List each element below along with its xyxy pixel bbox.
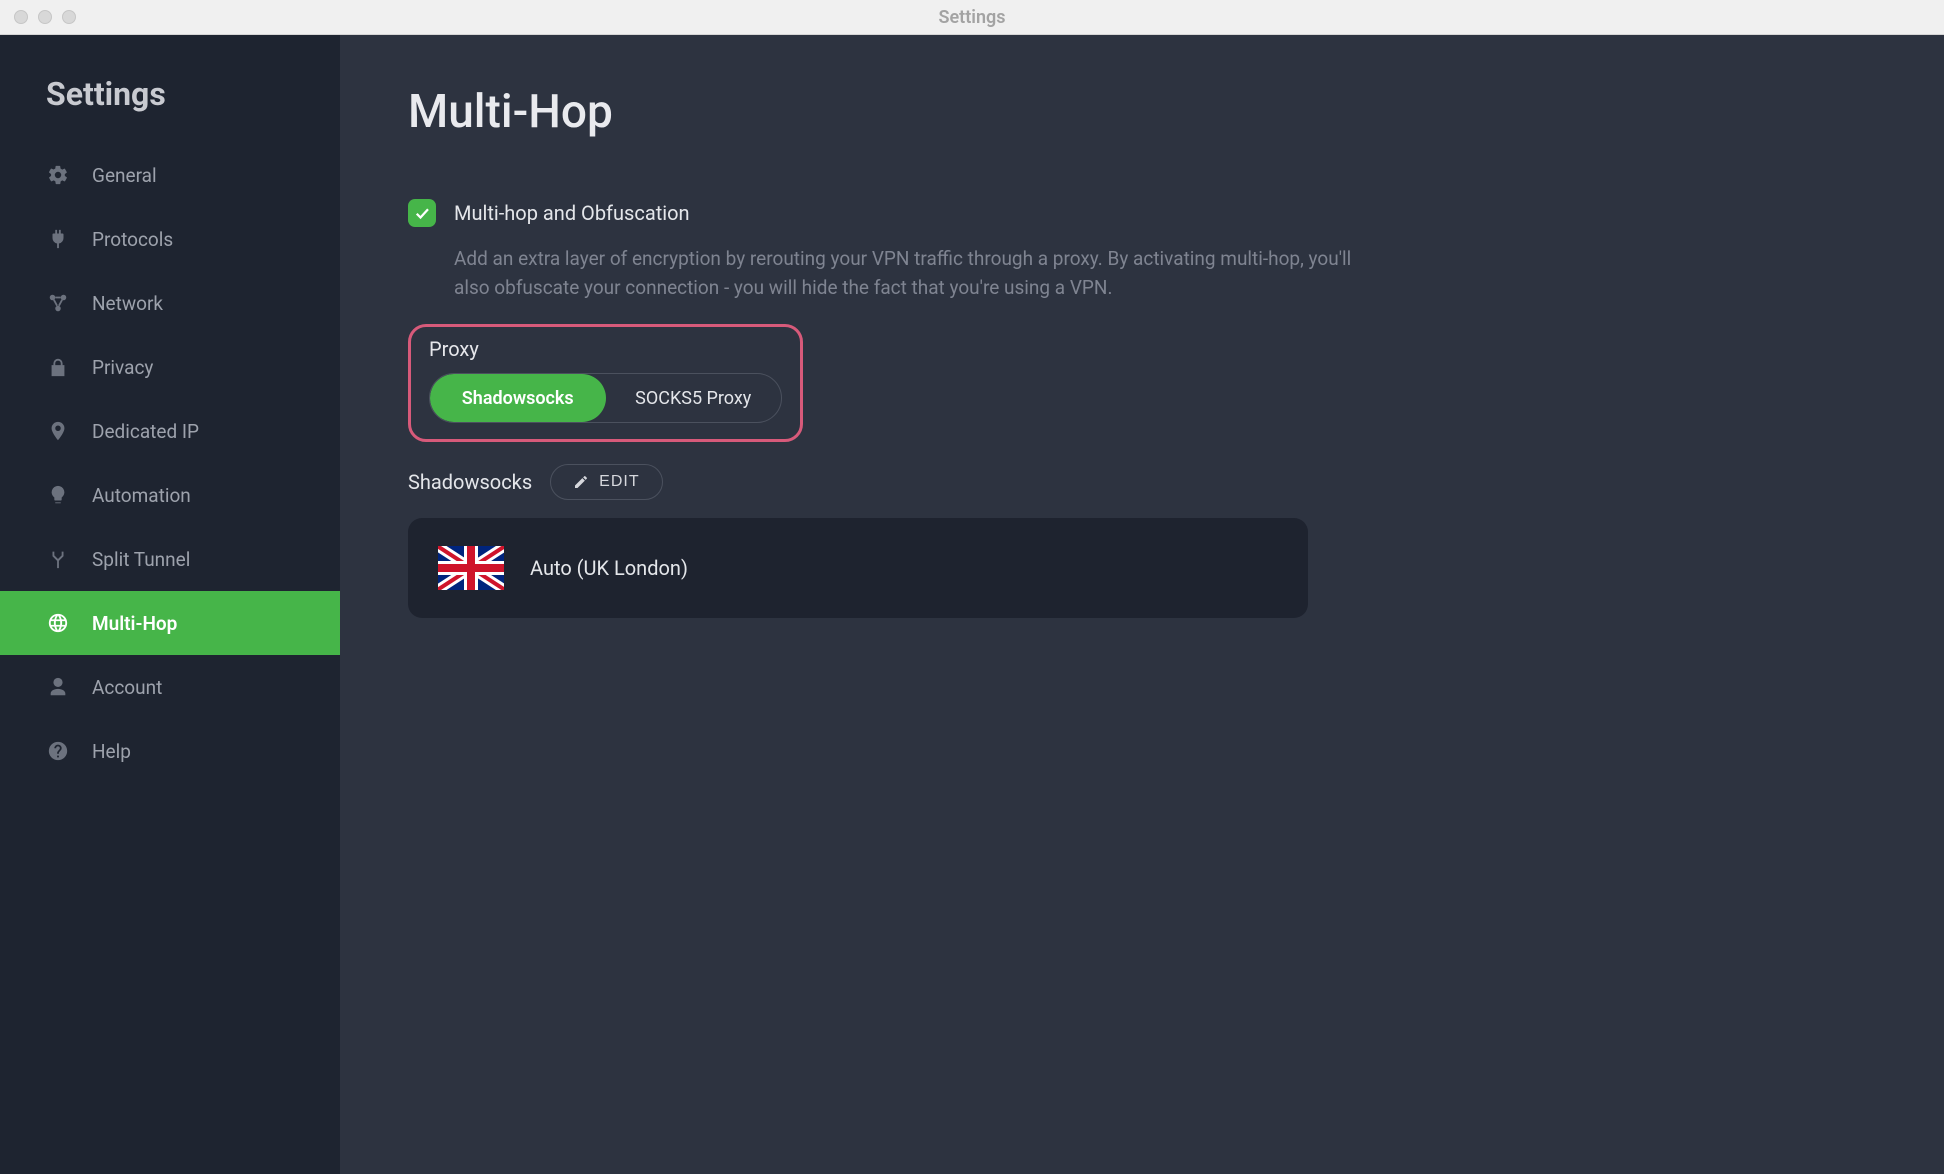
proxy-option-socks5[interactable]: SOCKS5 Proxy [606, 374, 782, 422]
close-window-button[interactable] [14, 10, 28, 24]
sidebar-item-general[interactable]: General [0, 143, 340, 207]
pencil-icon [573, 474, 589, 490]
location-card[interactable]: Auto (UK London) [408, 518, 1308, 618]
sidebar-item-split-tunnel[interactable]: Split Tunnel [0, 527, 340, 591]
location-label: Auto (UK London) [530, 556, 688, 580]
sidebar-item-account[interactable]: Account [0, 655, 340, 719]
person-icon [46, 675, 70, 699]
multi-hop-label: Multi-hop and Obfuscation [454, 199, 690, 225]
globe-icon [46, 611, 70, 635]
edit-button[interactable]: EDIT [550, 464, 662, 500]
zoom-window-button[interactable] [62, 10, 76, 24]
shadowsocks-header: Shadowsocks EDIT [408, 464, 1876, 500]
bulb-icon [46, 483, 70, 507]
sidebar-item-label: Help [92, 740, 131, 763]
minimize-window-button[interactable] [38, 10, 52, 24]
sidebar-item-help[interactable]: Help [0, 719, 340, 783]
sidebar-item-protocols[interactable]: Protocols [0, 207, 340, 271]
plug-icon [46, 227, 70, 251]
page-title: Multi-Hop [408, 85, 1876, 139]
split-icon [46, 547, 70, 571]
sidebar-item-label: Account [92, 676, 162, 699]
sidebar-title: Settings [0, 75, 340, 143]
sidebar-item-label: General [92, 164, 157, 187]
multi-hop-description: Add an extra layer of encryption by rero… [454, 245, 1354, 302]
window-title: Settings [0, 7, 1944, 28]
network-icon [46, 291, 70, 315]
sidebar-item-label: Protocols [92, 228, 173, 251]
proxy-option-shadowsocks[interactable]: Shadowsocks [430, 374, 606, 422]
sidebar-item-label: Privacy [92, 356, 153, 379]
uk-flag-icon [438, 546, 504, 590]
sidebar-item-network[interactable]: Network [0, 271, 340, 335]
sidebar-item-multi-hop[interactable]: Multi-Hop [0, 591, 340, 655]
lock-icon [46, 355, 70, 379]
sidebar-item-label: Network [92, 292, 163, 315]
sidebar-item-label: Multi-Hop [92, 612, 177, 635]
sidebar-item-label: Split Tunnel [92, 548, 190, 571]
proxy-label: Proxy [429, 337, 782, 361]
gear-icon [46, 163, 70, 187]
shadowsocks-label: Shadowsocks [408, 470, 532, 494]
help-icon [46, 739, 70, 763]
sidebar-item-dedicated-ip[interactable]: Dedicated IP [0, 399, 340, 463]
main-content: Multi-Hop Multi-hop and Obfuscation Add … [340, 35, 1944, 1174]
ip-icon [46, 419, 70, 443]
multi-hop-setting: Multi-hop and Obfuscation [408, 199, 1876, 227]
sidebar-item-privacy[interactable]: Privacy [0, 335, 340, 399]
sidebar: Settings General Protocols Network Priva… [0, 35, 340, 1174]
multi-hop-checkbox[interactable] [408, 199, 436, 227]
sidebar-item-label: Automation [92, 484, 191, 507]
checkmark-icon [413, 204, 431, 222]
window-bar: Settings [0, 0, 1944, 35]
window-controls [14, 10, 76, 24]
proxy-segmented-control: Shadowsocks SOCKS5 Proxy [429, 373, 782, 423]
sidebar-item-label: Dedicated IP [92, 420, 199, 443]
proxy-section-highlight: Proxy Shadowsocks SOCKS5 Proxy [408, 324, 803, 442]
sidebar-item-automation[interactable]: Automation [0, 463, 340, 527]
edit-button-label: EDIT [599, 473, 639, 491]
